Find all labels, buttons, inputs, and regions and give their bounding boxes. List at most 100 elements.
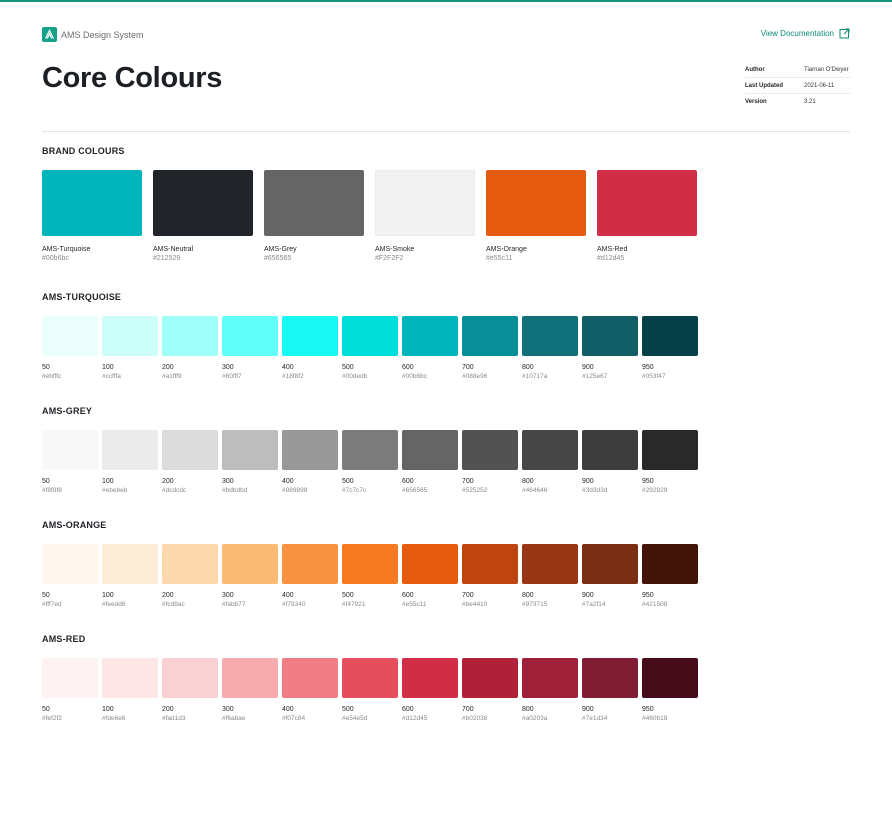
scale-swatch[interactable]: 100 #ebebeb xyxy=(102,430,158,496)
color-chip[interactable] xyxy=(153,170,253,236)
color-chip[interactable] xyxy=(222,316,278,356)
scale-swatch[interactable]: 700 #525252 xyxy=(462,430,518,496)
color-chip[interactable] xyxy=(462,430,518,470)
color-chip[interactable] xyxy=(342,316,398,356)
scale-swatch[interactable]: 200 #dcdcdc xyxy=(162,430,218,496)
scale-swatch[interactable]: 950 #460b18 xyxy=(642,658,698,724)
scale-swatch[interactable]: 400 #989898 xyxy=(282,430,338,496)
color-chip[interactable] xyxy=(102,316,158,356)
color-chip[interactable] xyxy=(522,430,578,470)
scale-swatch[interactable]: 300 #60fff7 xyxy=(222,316,278,382)
color-chip[interactable] xyxy=(486,170,586,236)
color-chip[interactable] xyxy=(222,430,278,470)
scale-swatch[interactable]: 50 #f8f8f8 xyxy=(42,430,98,496)
color-chip[interactable] xyxy=(282,430,338,470)
scale-swatch[interactable]: 100 #fde6e6 xyxy=(102,658,158,724)
color-chip[interactable] xyxy=(162,658,218,698)
scale-swatch[interactable]: 900 #125e67 xyxy=(582,316,638,382)
scale-swatch[interactable]: 200 #fad1d3 xyxy=(162,658,218,724)
color-chip[interactable] xyxy=(102,430,158,470)
color-chip[interactable] xyxy=(222,658,278,698)
view-documentation-link[interactable]: View Documentation xyxy=(761,28,850,39)
color-chip[interactable] xyxy=(642,544,698,584)
scale-swatch[interactable]: 800 #973715 xyxy=(522,544,578,610)
brand-swatch[interactable]: AMS-Smoke #F2F2F2 xyxy=(375,170,475,264)
color-chip[interactable] xyxy=(342,658,398,698)
color-chip[interactable] xyxy=(462,544,518,584)
color-chip[interactable] xyxy=(402,316,458,356)
brand-swatch[interactable]: AMS-Red #d12d45 xyxy=(597,170,697,264)
scale-swatch[interactable]: 400 #18f8f2 xyxy=(282,316,338,382)
scale-swatch[interactable]: 50 #fef2f2 xyxy=(42,658,98,724)
color-chip[interactable] xyxy=(102,544,158,584)
color-chip[interactable] xyxy=(402,544,458,584)
scale-swatch[interactable]: 500 #7c7c7c xyxy=(342,430,398,496)
color-chip[interactable] xyxy=(522,658,578,698)
color-chip[interactable] xyxy=(102,658,158,698)
color-chip[interactable] xyxy=(462,316,518,356)
scale-swatch[interactable]: 800 #a0203a xyxy=(522,658,578,724)
brand-swatch[interactable]: AMS-Neutral #212529 xyxy=(153,170,253,264)
scale-swatch[interactable]: 600 #656565 xyxy=(402,430,458,496)
scale-swatch[interactable]: 50 #ebfffc xyxy=(42,316,98,382)
brand-swatch[interactable]: AMS-Grey #656565 xyxy=(264,170,364,264)
brand-swatch[interactable]: AMS-Turquoise #00b6bc xyxy=(42,170,142,264)
color-chip[interactable] xyxy=(462,658,518,698)
scale-swatch[interactable]: 200 #a1fff9 xyxy=(162,316,218,382)
scale-swatch[interactable]: 400 #f79340 xyxy=(282,544,338,610)
color-chip[interactable] xyxy=(597,170,697,236)
scale-swatch[interactable]: 300 #bdbdbd xyxy=(222,430,278,496)
scale-swatch[interactable]: 800 #10717a xyxy=(522,316,578,382)
scale-swatch[interactable]: 100 #feedd6 xyxy=(102,544,158,610)
color-chip[interactable] xyxy=(282,544,338,584)
scale-swatch[interactable]: 300 #f6abae xyxy=(222,658,278,724)
color-chip[interactable] xyxy=(42,658,98,698)
scale-swatch[interactable]: 700 #be4410 xyxy=(462,544,518,610)
color-chip[interactable] xyxy=(42,170,142,236)
color-chip[interactable] xyxy=(264,170,364,236)
scale-swatch[interactable]: 500 #e54e5d xyxy=(342,658,398,724)
color-chip[interactable] xyxy=(342,430,398,470)
scale-swatch[interactable]: 500 #00dedb xyxy=(342,316,398,382)
color-chip[interactable] xyxy=(582,544,638,584)
color-chip[interactable] xyxy=(42,544,98,584)
color-chip[interactable] xyxy=(582,430,638,470)
scale-swatch[interactable]: 950 #053f47 xyxy=(642,316,698,382)
scale-swatch[interactable]: 800 #464646 xyxy=(522,430,578,496)
brand-swatch[interactable]: AMS-Orange #e55c11 xyxy=(486,170,586,264)
color-chip[interactable] xyxy=(342,544,398,584)
color-chip[interactable] xyxy=(162,430,218,470)
scale-swatch[interactable]: 50 #fff7ed xyxy=(42,544,98,610)
scale-swatch[interactable]: 200 #fcd8ac xyxy=(162,544,218,610)
scale-swatch[interactable]: 700 #b02038 xyxy=(462,658,518,724)
scale-swatch[interactable]: 500 #f47921 xyxy=(342,544,398,610)
scale-swatch[interactable]: 900 #3d3d3d xyxy=(582,430,638,496)
color-chip[interactable] xyxy=(375,170,475,236)
color-chip[interactable] xyxy=(222,544,278,584)
scale-swatch[interactable]: 600 #d12d45 xyxy=(402,658,458,724)
scale-swatch[interactable]: 950 #292929 xyxy=(642,430,698,496)
color-chip[interactable] xyxy=(162,316,218,356)
scale-swatch[interactable]: 300 #fabb77 xyxy=(222,544,278,610)
color-chip[interactable] xyxy=(522,316,578,356)
color-chip[interactable] xyxy=(162,544,218,584)
scale-swatch[interactable]: 950 #421508 xyxy=(642,544,698,610)
scale-swatch[interactable]: 600 #00b6bc xyxy=(402,316,458,382)
color-chip[interactable] xyxy=(282,316,338,356)
color-chip[interactable] xyxy=(642,316,698,356)
scale-swatch[interactable]: 900 #7a2f14 xyxy=(582,544,638,610)
color-chip[interactable] xyxy=(42,430,98,470)
color-chip[interactable] xyxy=(582,316,638,356)
scale-swatch[interactable]: 100 #ccfffa xyxy=(102,316,158,382)
scale-swatch[interactable]: 700 #088e96 xyxy=(462,316,518,382)
color-chip[interactable] xyxy=(282,658,338,698)
scale-swatch[interactable]: 400 #f07c84 xyxy=(282,658,338,724)
color-chip[interactable] xyxy=(402,430,458,470)
color-chip[interactable] xyxy=(402,658,458,698)
color-chip[interactable] xyxy=(642,658,698,698)
color-chip[interactable] xyxy=(642,430,698,470)
color-chip[interactable] xyxy=(522,544,578,584)
color-chip[interactable] xyxy=(42,316,98,356)
color-chip[interactable] xyxy=(582,658,638,698)
scale-swatch[interactable]: 900 #7e1d34 xyxy=(582,658,638,724)
